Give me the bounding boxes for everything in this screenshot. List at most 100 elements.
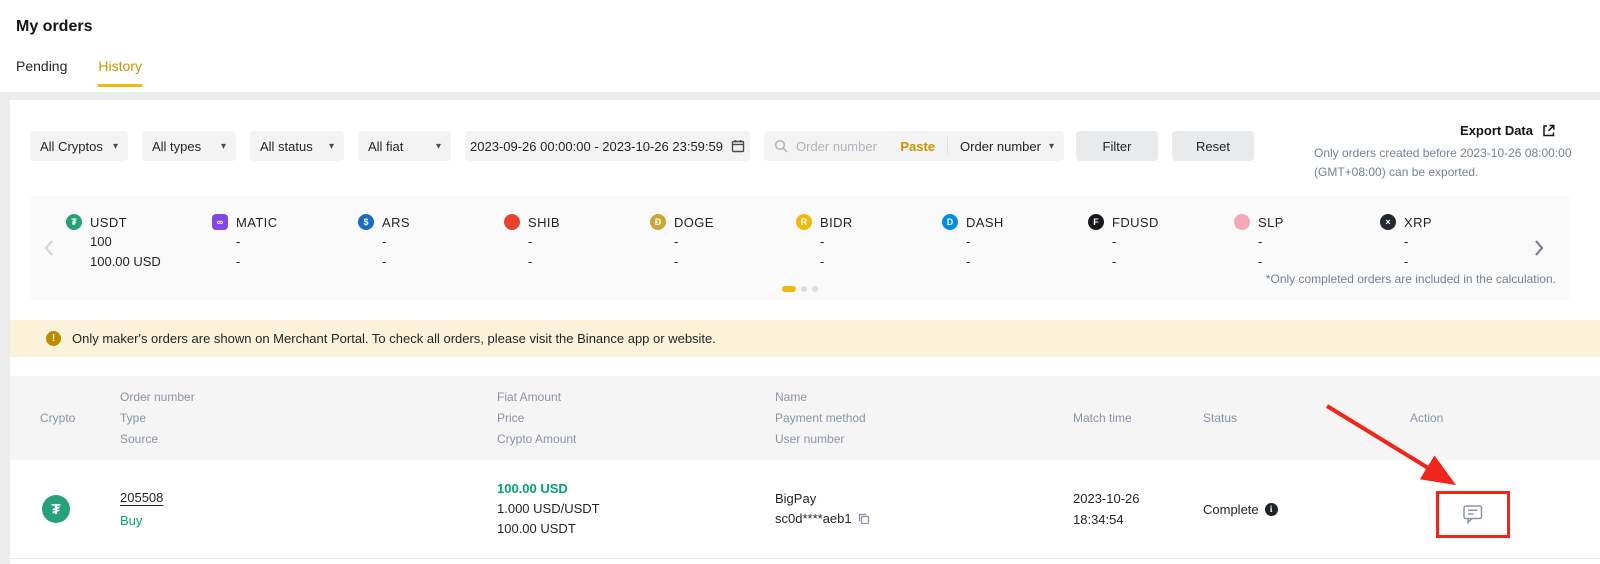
coin-fiat-value: - — [966, 254, 971, 269]
coin-amount: - — [966, 234, 971, 249]
coin-amount: - — [1258, 234, 1263, 249]
carousel-item-dash: D DASH - - — [942, 212, 1088, 272]
status-filter-value: All status — [260, 138, 313, 154]
tab-pending[interactable]: Pending — [16, 58, 67, 87]
coin-symbol: USDT — [90, 214, 127, 230]
crypto-filter-value: All Cryptos — [40, 138, 103, 154]
order-number-search-input[interactable] — [794, 137, 895, 155]
col-header-price: Price — [497, 410, 525, 425]
col-header-payment-method: Payment method — [775, 410, 866, 425]
col-header-type: Type — [120, 410, 147, 425]
bidr-icon: R — [796, 214, 812, 230]
reset-button[interactable]: Reset — [1172, 131, 1254, 161]
export-note: Only orders created before 2023-10-26 08… — [1314, 144, 1572, 182]
status-badge: Complete — [1203, 501, 1259, 517]
order-type: Buy — [120, 513, 143, 528]
coin-symbol: DASH — [966, 214, 1004, 230]
coin-symbol: XRP — [1404, 214, 1432, 230]
status-filter-dropdown[interactable]: All status ▾ — [250, 131, 344, 161]
fiat-amount: 100.00 USD — [497, 481, 568, 496]
tab-bar: Pending History — [16, 58, 142, 87]
matic-icon: ∞ — [212, 214, 228, 230]
usdt-icon: ₮ — [42, 495, 70, 523]
carousel-item-fdusd: F FDUSD - - — [1088, 212, 1234, 272]
coin-amount: - — [1404, 234, 1409, 249]
col-header-crypto: Crypto — [40, 410, 76, 425]
cell-match-time: 2023-10-26 18:34:54 — [1073, 488, 1203, 530]
xrp-icon: × — [1380, 214, 1396, 230]
cell-crypto: ₮ — [40, 495, 120, 523]
paste-button[interactable]: Paste — [900, 139, 935, 154]
ars-icon: $ — [358, 214, 374, 230]
carousel-item-bidr: R BIDR - - — [796, 212, 942, 272]
dash-icon: D — [942, 214, 958, 230]
filter-button[interactable]: Filter — [1076, 131, 1158, 161]
fiat-filter-dropdown[interactable]: All fiat ▾ — [358, 131, 451, 161]
tab-history[interactable]: History — [98, 58, 142, 87]
carousel-item-slp: SLP - - — [1234, 212, 1380, 272]
price: 1.000 USD/USDT — [497, 501, 600, 516]
info-icon[interactable]: i — [1264, 502, 1278, 516]
coin-fiat-value: 100.00 USD — [90, 254, 161, 269]
copy-button[interactable] — [858, 513, 870, 525]
carousel-dot-2[interactable] — [801, 286, 807, 292]
page-title: My orders — [16, 18, 93, 35]
user-number: sc0d****aeb1 — [775, 511, 852, 526]
col-header-action: Action — [1410, 410, 1444, 425]
chat-action-button[interactable] — [1463, 505, 1483, 524]
search-type-value: Order number — [960, 138, 1041, 154]
carousel-item-ars: $ ARS - - — [358, 212, 504, 272]
carousel-dot-3[interactable] — [812, 286, 818, 292]
col-header-user-number: User number — [775, 431, 845, 446]
carousel-prev-button[interactable] — [42, 238, 56, 258]
payment-method: BigPay — [775, 491, 817, 506]
usdt-icon: ₮ — [66, 214, 82, 230]
coin-fiat-value: - — [1112, 254, 1117, 269]
coin-fiat-value: - — [674, 254, 679, 269]
divider — [947, 137, 949, 155]
shib-icon — [504, 214, 520, 230]
chevron-down-icon: ▾ — [1048, 140, 1054, 152]
cell-fiat: 100.00 USD 1.000 USD/USDT 100.00 USDT — [497, 479, 775, 539]
chevron-down-icon: ▾ — [112, 140, 118, 152]
coin-symbol: DOGE — [674, 214, 714, 230]
date-range-value: 2023-09-26 00:00:00 - 2023-10-26 23:59:5… — [470, 138, 723, 154]
col-header-fiat-amount: Fiat Amount — [497, 389, 562, 404]
export-data-button[interactable]: Export Data — [1460, 123, 1556, 138]
cell-name: BigPay sc0d****aeb1 — [775, 489, 1073, 529]
export-note-line1: Only orders created before 2023-10-26 08… — [1314, 146, 1572, 160]
slp-icon — [1234, 214, 1250, 230]
match-time: 18:34:54 — [1073, 512, 1124, 527]
crypto-filter-dropdown[interactable]: All Cryptos ▾ — [30, 131, 128, 161]
order-number-link[interactable]: 205508 — [120, 490, 163, 505]
coin-amount: - — [236, 234, 241, 249]
header-divider — [0, 92, 1600, 100]
filter-bar: All Cryptos ▾ All types ▾ All status ▾ A… — [30, 131, 1254, 161]
coin-amount: 100 — [90, 234, 112, 249]
chat-bubble-icon — [1463, 505, 1483, 524]
export-data-label: Export Data — [1460, 123, 1533, 138]
match-date: 2023-10-26 — [1073, 491, 1140, 506]
coin-symbol: SLP — [1258, 214, 1284, 230]
carousel-next-button[interactable] — [1532, 238, 1546, 258]
export-note-line2: (GMT+08:00) can be exported. — [1314, 165, 1479, 179]
type-filter-dropdown[interactable]: All types ▾ — [142, 131, 236, 161]
date-range-picker[interactable]: 2023-09-26 00:00:00 - 2023-10-26 23:59:5… — [465, 131, 750, 161]
annotation-highlight-box — [1436, 491, 1510, 538]
carousel-items: ₮ USDT 100 100.00 USD ∞ MATIC - - $ ARS - -… — [66, 212, 1526, 272]
coin-fiat-value: - — [1258, 254, 1263, 269]
search-type-dropdown[interactable]: Order number ▾ — [960, 139, 1054, 154]
col-header-name-group: Name Payment method User number — [775, 387, 1073, 450]
coin-amount: - — [1112, 234, 1117, 249]
carousel-dot-1[interactable] — [782, 286, 796, 292]
page-gutter — [0, 100, 10, 564]
row-divider — [10, 558, 1600, 559]
carousel-pagination — [782, 286, 818, 292]
carousel-item-doge: Ð DOGE - - — [650, 212, 796, 272]
coin-fiat-value: - — [820, 254, 825, 269]
coin-fiat-value: - — [1404, 254, 1409, 269]
coin-amount: - — [674, 234, 679, 249]
col-header-source: Source — [120, 431, 159, 446]
coin-symbol: FDUSD — [1112, 214, 1159, 230]
carousel-item-shib: SHIB - - — [504, 212, 650, 272]
